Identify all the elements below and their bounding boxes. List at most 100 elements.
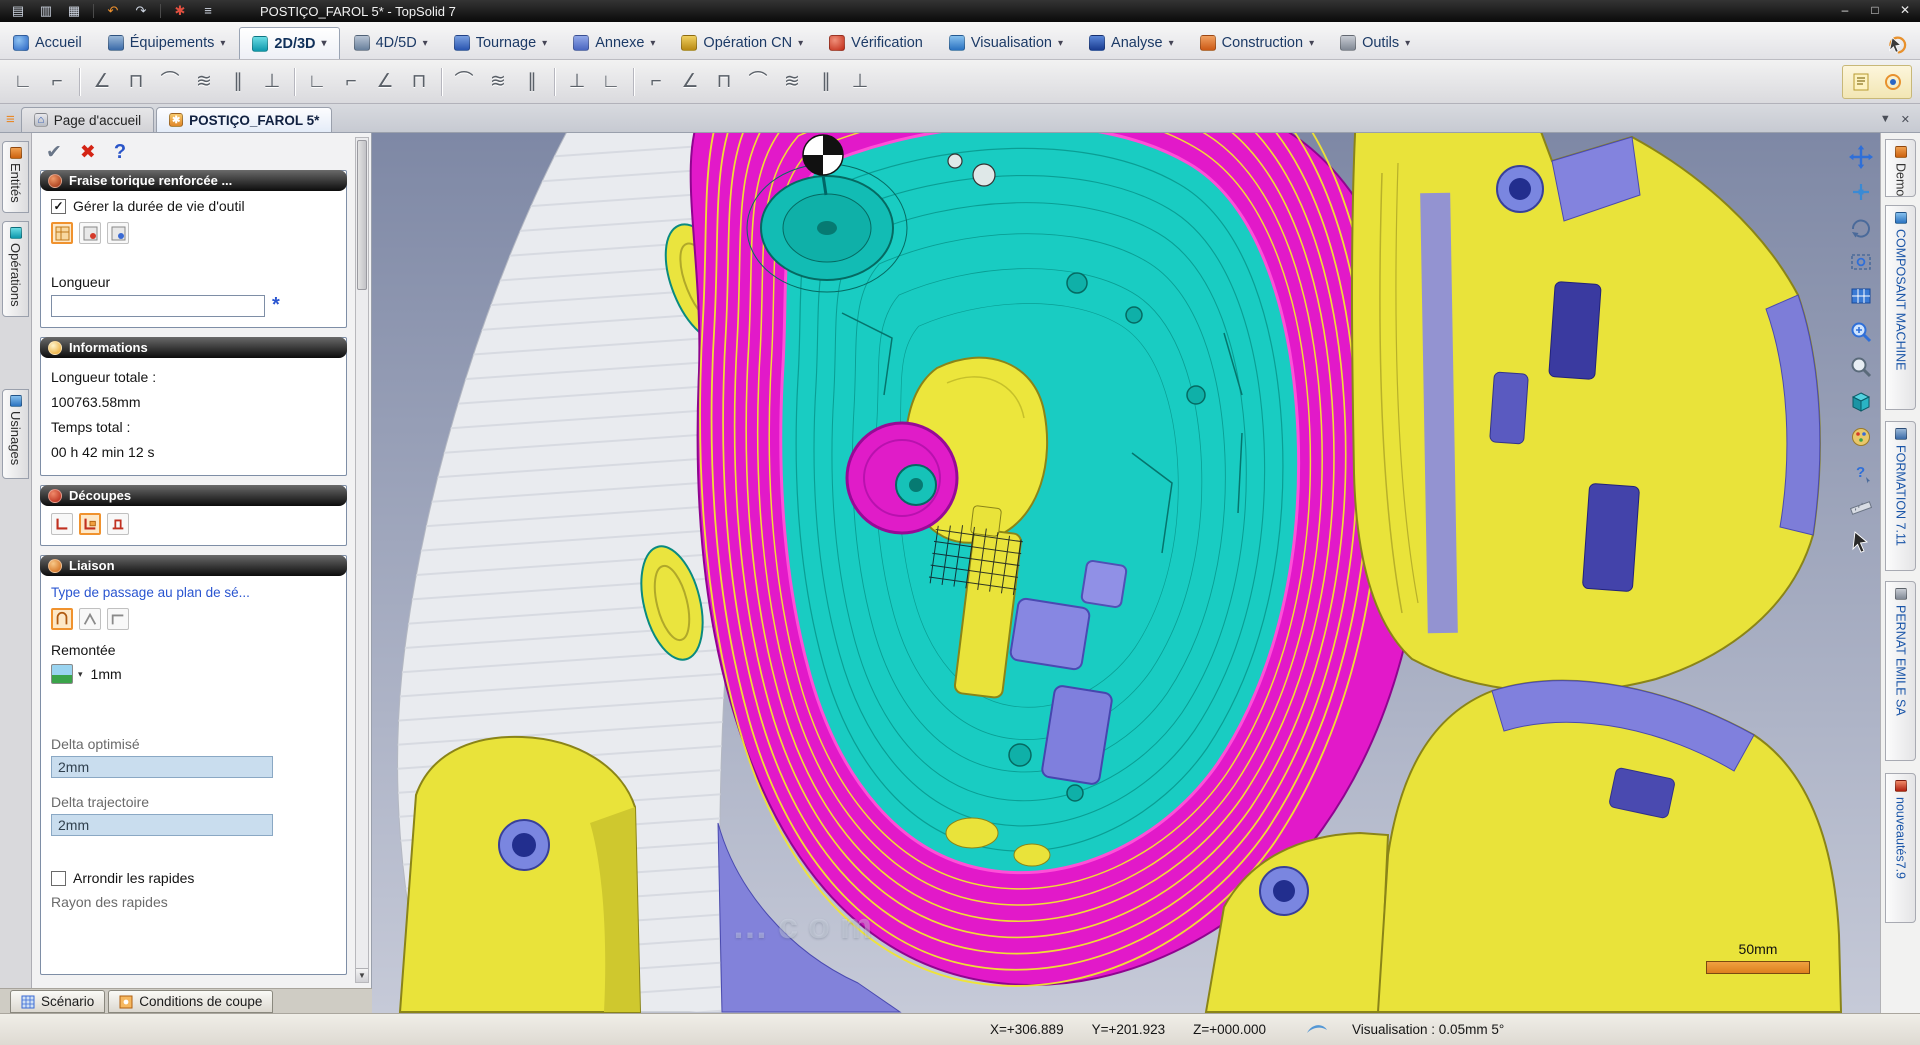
context-help-icon[interactable]: ?	[1847, 458, 1875, 486]
chevron-down-icon[interactable]: ▾	[78, 669, 83, 680]
ribbon-tab-verification[interactable]: Vérification	[817, 27, 935, 59]
cut-profile-icon[interactable]	[51, 513, 73, 535]
close-button[interactable]: ✕	[1890, 0, 1920, 22]
tool-edit-icon[interactable]	[79, 222, 101, 244]
tab-scenario[interactable]: Scénario	[10, 990, 105, 1013]
minimize-button[interactable]: –	[1830, 0, 1860, 22]
rail-tab-composant-machine[interactable]: COMPOSANT MACHINE	[1885, 205, 1916, 410]
tool-life-checkbox[interactable]: ✓ Gérer la durée de vie d'outil	[51, 198, 336, 214]
cut-profile-icon[interactable]	[107, 513, 129, 535]
cut-profile-icon[interactable]	[79, 513, 101, 535]
tool-table-icon[interactable]	[51, 222, 73, 244]
informations-header[interactable]: Informations	[40, 337, 347, 358]
rail-tab-nouveautes[interactable]: nouveautés7.9	[1885, 773, 1916, 923]
machining-op-icon[interactable]: ⌒	[448, 66, 480, 98]
pin-tabs-icon[interactable]: ▼	[1880, 113, 1891, 126]
nav-cross-icon[interactable]	[1847, 143, 1875, 171]
length-input[interactable]	[51, 295, 265, 317]
machining-op-icon[interactable]: ⌐	[640, 66, 672, 98]
rail-tab-usinages[interactable]: Usinages	[2, 389, 29, 479]
pan-icon[interactable]	[1847, 178, 1875, 206]
ribbon-tab-tournage[interactable]: Tournage▾	[442, 27, 560, 59]
help-icon[interactable]: ?	[114, 141, 126, 164]
doc-tab-home[interactable]: ⌂ Page d'accueil	[21, 107, 154, 132]
panel-scrollbar[interactable]: ▼	[355, 137, 369, 983]
tab-conditions-de-coupe[interactable]: Conditions de coupe	[108, 990, 273, 1013]
copy-icon[interactable]: ▥	[34, 2, 58, 20]
machining-op-icon[interactable]: ⌐	[335, 66, 367, 98]
passage-type-link[interactable]: Type de passage au plan de sé...	[51, 585, 336, 600]
tool-copy-icon[interactable]	[107, 222, 129, 244]
scrollbar-thumb[interactable]	[357, 140, 367, 290]
machining-op-icon[interactable]: ≋	[188, 66, 220, 98]
rail-tab-demo[interactable]: Demo	[1885, 139, 1916, 197]
ribbon-tab-construction[interactable]: Construction▾	[1188, 27, 1326, 59]
ribbon-tab-4d5d[interactable]: 4D/5D▾	[342, 27, 440, 59]
machining-op-icon[interactable]: ∟	[7, 66, 39, 98]
machining-op-icon[interactable]: ⌒	[742, 66, 774, 98]
machining-op-icon[interactable]: ∟	[595, 66, 627, 98]
ribbon-tab-operation-cn[interactable]: Opération CN▾	[669, 27, 815, 59]
notes-icon[interactable]	[1847, 68, 1875, 96]
ribbon-tab-annexe[interactable]: Annexe▾	[561, 27, 667, 59]
machining-op-icon[interactable]: ⊥	[561, 66, 593, 98]
arrondir-rapides-checkbox[interactable]: Arrondir les rapides	[51, 870, 336, 886]
machining-op-icon[interactable]: ⊥	[256, 66, 288, 98]
zoom-icon[interactable]	[1847, 353, 1875, 381]
rotate-view-icon[interactable]	[1847, 213, 1875, 241]
undo-icon[interactable]: ↶	[101, 2, 125, 20]
scroll-down-icon[interactable]: ▼	[356, 968, 368, 982]
paste-icon[interactable]: ▤	[6, 2, 30, 20]
passage-mode-icon[interactable]	[107, 608, 129, 630]
save-icon[interactable]: ▦	[62, 2, 86, 20]
machining-op-icon[interactable]: ⊥	[844, 66, 876, 98]
machining-op-icon[interactable]: ⌒	[154, 66, 186, 98]
rail-tab-formation[interactable]: FORMATION 7.11	[1885, 421, 1916, 571]
select-cursor-icon[interactable]	[1847, 528, 1875, 556]
ribbon-tab-equipements[interactable]: Équipements▾	[96, 27, 238, 59]
machining-op-icon[interactable]: ⌐	[41, 66, 73, 98]
ribbon-tab-2d3d[interactable]: 2D/3D▾	[239, 27, 339, 59]
target-icon[interactable]	[1879, 68, 1907, 96]
rail-tab-pernat-emile[interactable]: PERNAT EMILE SA	[1885, 581, 1916, 761]
machining-op-icon[interactable]: ∠	[86, 66, 118, 98]
zoom-fit-icon[interactable]	[1847, 248, 1875, 276]
machining-op-icon[interactable]: ∠	[369, 66, 401, 98]
tool-section-header[interactable]: Fraise torique renforcée ...	[40, 170, 347, 191]
ribbon-tab-visualisation[interactable]: Visualisation▾	[937, 27, 1075, 59]
machining-op-icon[interactable]: ⊓	[403, 66, 435, 98]
screen-grid-icon[interactable]	[1847, 283, 1875, 311]
tools-icon[interactable]: ✱	[168, 2, 192, 20]
machining-op-icon[interactable]: ∥	[810, 66, 842, 98]
measure-icon[interactable]	[1847, 493, 1875, 521]
3d-viewport[interactable]: …com 50mm ?	[372, 133, 1880, 1013]
menu-icon[interactable]: ≡	[196, 2, 220, 20]
close-document-icon[interactable]: ✕	[1901, 113, 1910, 126]
cancel-icon[interactable]: ✖	[80, 141, 96, 164]
passage-mode-icon[interactable]	[79, 608, 101, 630]
machining-op-icon[interactable]: ⊓	[120, 66, 152, 98]
delta-optimise-field[interactable]: 2mm	[51, 756, 273, 778]
machining-op-icon[interactable]: ∥	[516, 66, 548, 98]
redo-icon[interactable]: ↷	[129, 2, 153, 20]
ribbon-tab-outils[interactable]: Outils▾	[1328, 27, 1422, 59]
rail-tab-entites[interactable]: Entités	[2, 141, 29, 213]
machining-op-icon[interactable]: ⊓	[708, 66, 740, 98]
iso-view-cube-icon[interactable]	[1847, 388, 1875, 416]
remontee-picker-icon[interactable]	[51, 664, 73, 684]
machining-op-icon[interactable]: ∠	[674, 66, 706, 98]
machining-op-icon[interactable]: ≋	[482, 66, 514, 98]
zoom-window-icon[interactable]	[1847, 318, 1875, 346]
machining-op-icon[interactable]: ∟	[301, 66, 333, 98]
ribbon-tab-analyse[interactable]: Analyse▾	[1077, 27, 1186, 59]
ribbon-tab-accueil[interactable]: Accueil	[1, 27, 94, 59]
render-style-icon[interactable]	[1847, 423, 1875, 451]
validate-icon[interactable]: ✔	[46, 141, 62, 164]
pointer-icon[interactable]	[1882, 31, 1910, 59]
maximize-button[interactable]: □	[1860, 0, 1890, 22]
delta-trajectoire-field[interactable]: 2mm	[51, 814, 273, 836]
liaison-header[interactable]: Liaison	[40, 555, 347, 576]
decoupes-header[interactable]: Découpes	[40, 485, 347, 506]
rail-tab-operations[interactable]: Opérations	[2, 221, 29, 317]
document-stack-icon[interactable]: ≡	[6, 111, 15, 128]
